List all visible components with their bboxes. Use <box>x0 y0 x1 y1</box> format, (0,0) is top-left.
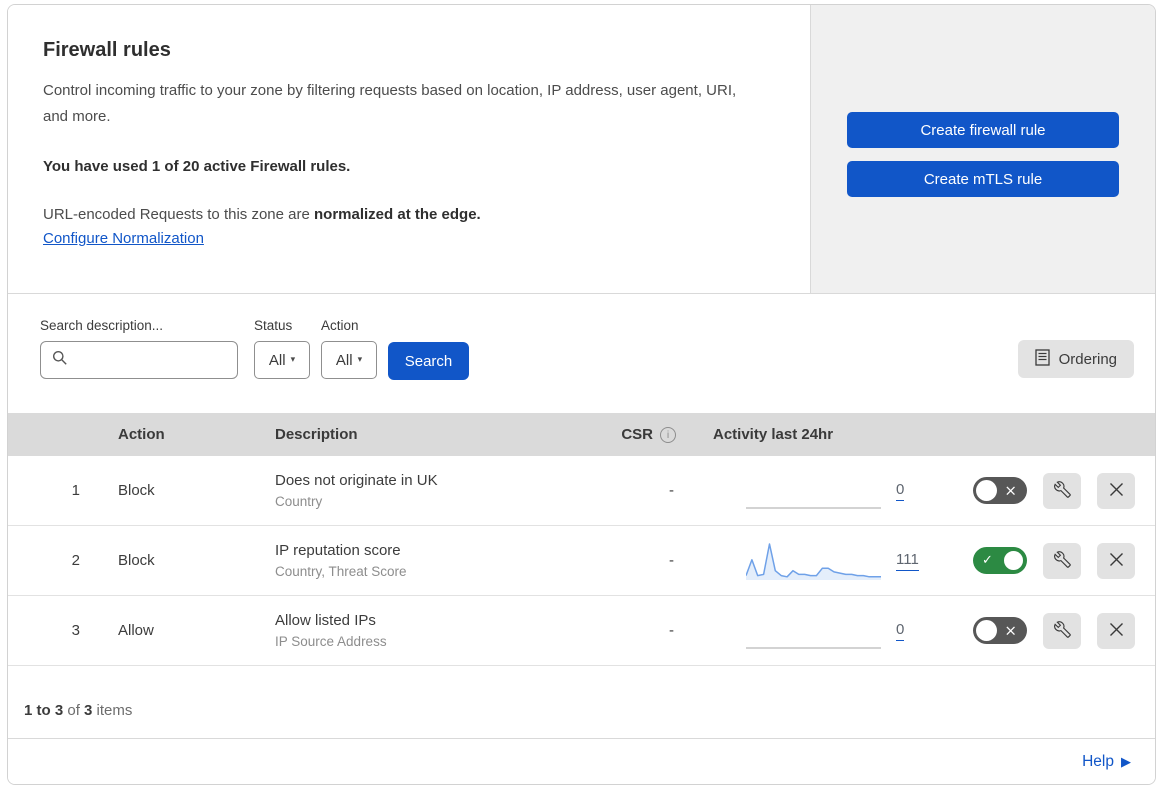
wrench-icon <box>1053 480 1071 501</box>
search-field: Search description... <box>40 318 238 379</box>
rule-csr-value: - <box>669 482 674 499</box>
toggle-knob <box>976 620 997 641</box>
firewall-rules-panel: Firewall rules Control incoming traffic … <box>7 4 1156 785</box>
x-icon: × <box>1004 481 1017 500</box>
rule-action: Block <box>118 552 155 569</box>
activity-sparkline <box>745 539 881 583</box>
page-description: Control incoming traffic to your zone by… <box>43 82 737 125</box>
search-label: Search description... <box>40 318 164 333</box>
ordering-button[interactable]: Ordering <box>1017 340 1134 378</box>
search-input-box[interactable] <box>40 341 238 379</box>
activity-count-link[interactable]: 0 <box>896 481 905 501</box>
search-button[interactable]: Search <box>388 342 469 380</box>
csr-column-header: CSR i <box>621 426 688 443</box>
rule-priority: 1 <box>71 482 80 499</box>
rule-csr-value: - <box>669 622 674 639</box>
x-icon: × <box>1004 621 1017 640</box>
activity-count-link[interactable]: 111 <box>896 551 919 571</box>
page-title: Firewall rules <box>43 39 171 61</box>
rule-controls: ✓ × <box>938 542 1155 579</box>
delete-rule-button[interactable] <box>1097 472 1135 509</box>
action-dropdown-value: All <box>335 351 353 369</box>
rule-controls: ✓ × <box>938 612 1155 649</box>
rule-description: Does not originate in UK Country <box>275 472 438 509</box>
actions-panel: Create firewall rule Create mTLS rule <box>811 5 1155 293</box>
rule-action: Allow <box>118 622 154 639</box>
status-label: Status <box>254 318 293 333</box>
edit-rule-button[interactable] <box>1043 612 1081 649</box>
rule-controls: ✓ × <box>938 472 1155 509</box>
activity-sparkline <box>746 609 881 653</box>
edit-rule-button[interactable] <box>1043 472 1081 509</box>
activity-column-header: Activity last 24hr <box>713 426 834 443</box>
delete-rule-button[interactable] <box>1097 612 1135 649</box>
rule-enabled-toggle[interactable]: ✓ × <box>973 477 1027 504</box>
ordering-button-label: Ordering <box>1058 350 1117 368</box>
search-icon <box>52 350 68 371</box>
rule-enabled-toggle[interactable]: ✓ × <box>973 547 1027 574</box>
rule-description: Allow listed IPs IP Source Address <box>275 612 387 649</box>
action-filter-field: Action All ▾ <box>321 318 377 379</box>
rule-activity-cell: 111 <box>688 539 938 583</box>
arrow-right-icon: ▶ <box>1121 754 1131 770</box>
status-dropdown-value: All <box>268 351 286 369</box>
status-filter-field: Status All ▾ <box>254 318 310 379</box>
rule-priority: 2 <box>71 552 80 569</box>
description-column-header: Description <box>275 426 358 443</box>
rule-enabled-toggle[interactable]: ✓ × <box>973 617 1027 644</box>
action-label: Action <box>321 318 359 333</box>
toggle-knob <box>1003 550 1024 571</box>
activity-count-link[interactable]: 0 <box>896 621 905 641</box>
help-bar: Help ▶ <box>8 739 1155 784</box>
help-link-label: Help <box>1082 753 1114 770</box>
create-mtls-rule-button[interactable]: Create mTLS rule <box>847 161 1119 197</box>
table-row: 3 Allow Allow listed IPs IP Source Addre… <box>8 596 1155 666</box>
create-firewall-rule-button[interactable]: Create firewall rule <box>847 112 1119 148</box>
configure-normalization-link[interactable]: Configure Normalization <box>43 230 204 247</box>
rule-activity-cell: 0 <box>688 469 938 513</box>
status-dropdown[interactable]: All ▾ <box>254 341 310 379</box>
header-content: Firewall rules Control incoming traffic … <box>8 5 811 293</box>
action-dropdown[interactable]: All ▾ <box>321 341 377 379</box>
check-icon: ✓ <box>982 552 993 568</box>
search-input[interactable] <box>75 350 237 370</box>
close-icon <box>1109 622 1124 640</box>
pagination-summary: 1 to 3 of 3 items <box>8 666 1155 739</box>
wrench-icon <box>1053 620 1071 641</box>
delete-rule-button[interactable] <box>1097 542 1135 579</box>
rule-action: Block <box>118 482 155 499</box>
wrench-icon <box>1053 550 1071 571</box>
table-row: 2 Block IP reputation score Country, Thr… <box>8 526 1155 596</box>
activity-sparkline <box>746 469 881 513</box>
edit-rule-button[interactable] <box>1043 542 1081 579</box>
help-link[interactable]: Help ▶ <box>1082 753 1131 771</box>
usage-summary: You have used 1 of 20 active Firewall ru… <box>43 158 351 175</box>
rule-priority: 3 <box>71 622 80 639</box>
toggle-knob <box>976 480 997 501</box>
rule-description: IP reputation score Country, Threat Scor… <box>275 542 407 579</box>
close-icon <box>1109 482 1124 500</box>
ordering-list-icon <box>1034 348 1050 370</box>
info-icon[interactable]: i <box>660 426 676 443</box>
rule-activity-cell: 0 <box>688 609 938 653</box>
table-header: Action Description CSR i Activity last 2… <box>8 413 1155 456</box>
normalization-note: URL-encoded Requests to this zone are no… <box>43 206 481 223</box>
action-column-header: Action <box>118 426 165 443</box>
header-section: Firewall rules Control incoming traffic … <box>8 5 1155 294</box>
rule-csr-value: - <box>669 552 674 569</box>
table-row: 1 Block Does not originate in UK Country… <box>8 456 1155 526</box>
close-icon <box>1109 552 1124 570</box>
chevron-down-icon: ▾ <box>357 355 363 365</box>
chevron-down-icon: ▾ <box>290 355 296 365</box>
filter-bar: Search description... Status All ▾ Actio… <box>8 294 1155 413</box>
